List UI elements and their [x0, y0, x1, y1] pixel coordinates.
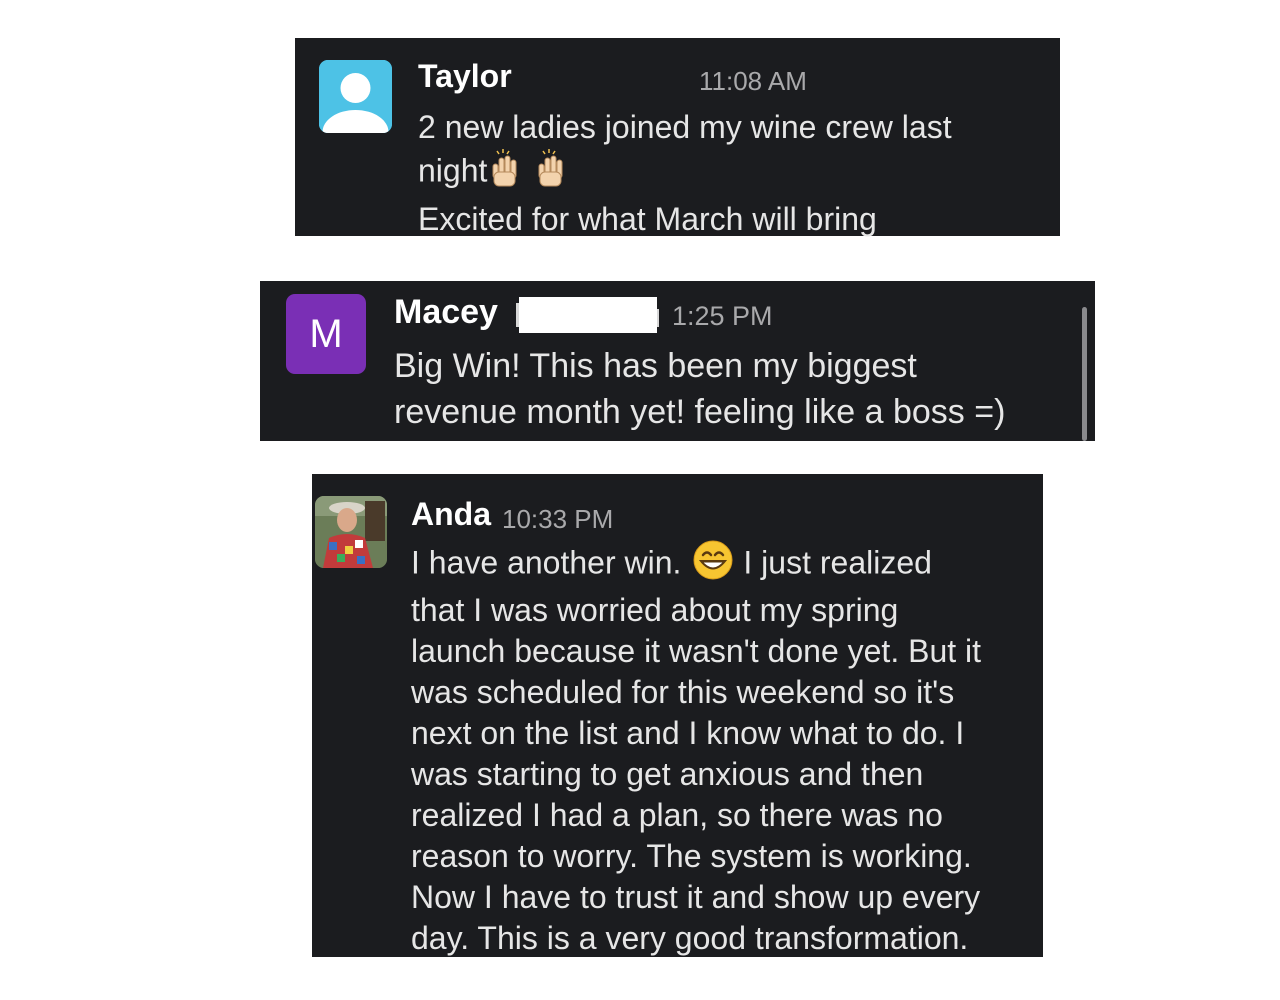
message-card-taylor: Taylor 11:08 AM 2 new ladies joined my w… — [295, 38, 1060, 237]
message-line-with-emoji: I have another win. I just realized — [411, 540, 981, 590]
message-line: was starting to get anxious and then — [411, 756, 924, 792]
timestamp[interactable]: 10:33 PM — [502, 504, 613, 535]
message-line: launch because it wasn't done yet. But i… — [411, 633, 982, 669]
message-line: night — [418, 152, 488, 189]
message-line-with-emoji: night — [418, 148, 952, 198]
scrollbar[interactable] — [1082, 307, 1087, 441]
raising-hands-emoji-icon — [489, 148, 581, 198]
avatar-letter: M — [309, 312, 343, 356]
author-name[interactable]: Taylor — [418, 58, 512, 95]
message-line: 2 new ladies joined my wine crew last — [418, 109, 952, 145]
message-text: 2 new ladies joined my wine crew last ni… — [418, 106, 952, 240]
message-line: revenue month yet! feeling like a boss =… — [394, 393, 1006, 431]
message-line: I just realized — [743, 544, 932, 581]
message-line: was scheduled for this weekend so it's — [411, 674, 955, 710]
message-line: reason to worry. The system is working. — [411, 838, 972, 874]
message-line: I have another win. — [411, 544, 682, 581]
message-text: I have another win. I just realized that… — [411, 540, 981, 959]
message-line: realized I had a plan, so there was no — [411, 797, 943, 833]
grinning-face-emoji-icon — [693, 540, 733, 590]
author-name[interactable]: Macey — [394, 293, 498, 332]
message-line: Excited for what March will bring — [418, 201, 877, 237]
redaction-edge — [657, 309, 659, 327]
message-line: day. This is a very good transformation. — [411, 920, 969, 956]
redaction-block — [519, 297, 657, 333]
user-photo-avatar[interactable] — [315, 496, 387, 568]
timestamp[interactable]: 11:08 AM — [699, 66, 807, 97]
message-line: Big Win! This has been my biggest — [394, 347, 917, 385]
default-user-avatar-icon[interactable] — [319, 60, 392, 133]
message-text: Big Win! This has been my biggest revenu… — [394, 343, 1005, 435]
message-card-macey: M Macey 1:25 PM Big Win! This has been m… — [260, 281, 1095, 441]
message-line: that I was worried about my spring — [411, 592, 899, 628]
letter-avatar[interactable]: M — [286, 294, 366, 374]
timestamp[interactable]: 1:25 PM — [672, 301, 773, 332]
author-name[interactable]: Anda — [411, 496, 491, 533]
message-line: Now I have to trust it and show up every — [411, 879, 981, 915]
message-card-anda: Anda 10:33 PM I have another win. I just… — [312, 474, 1043, 957]
message-line: next on the list and I know what to do. … — [411, 715, 965, 751]
